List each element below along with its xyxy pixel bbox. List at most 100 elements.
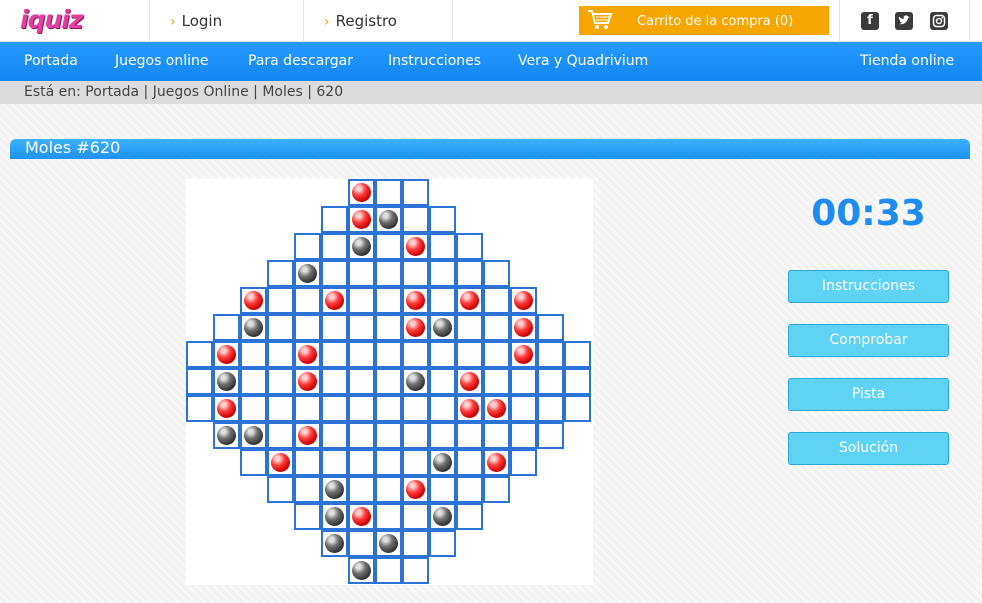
board-cell[interactable]	[348, 503, 375, 530]
board-cell[interactable]	[348, 557, 375, 584]
board-cell[interactable]	[267, 368, 294, 395]
board-cell[interactable]	[429, 260, 456, 287]
board-cell[interactable]	[321, 449, 348, 476]
board-cell[interactable]	[240, 449, 267, 476]
board-cell[interactable]	[321, 287, 348, 314]
hint-button[interactable]: Pista	[788, 378, 949, 411]
board-cell[interactable]	[375, 368, 402, 395]
nav-tienda-online[interactable]: Tienda online	[860, 42, 954, 81]
board-cell[interactable]	[510, 395, 537, 422]
board-cell[interactable]	[267, 395, 294, 422]
board-cell[interactable]	[375, 422, 402, 449]
board-cell[interactable]	[510, 368, 537, 395]
board-cell[interactable]	[483, 368, 510, 395]
board-cell[interactable]	[375, 179, 402, 206]
board-cell[interactable]	[483, 314, 510, 341]
board-cell[interactable]	[456, 449, 483, 476]
board-cell[interactable]	[267, 287, 294, 314]
board-cell[interactable]	[375, 233, 402, 260]
board-cell[interactable]	[375, 287, 402, 314]
board-cell[interactable]	[483, 341, 510, 368]
board-cell[interactable]	[375, 395, 402, 422]
board-cell[interactable]	[456, 503, 483, 530]
board-cell[interactable]	[456, 368, 483, 395]
board-cell[interactable]	[240, 395, 267, 422]
board-cell[interactable]	[429, 530, 456, 557]
board-cell[interactable]	[267, 422, 294, 449]
board-cell[interactable]	[510, 449, 537, 476]
board-cell[interactable]	[456, 395, 483, 422]
board-cell[interactable]	[402, 341, 429, 368]
board-cell[interactable]	[348, 422, 375, 449]
board-cell[interactable]	[294, 341, 321, 368]
board-cell[interactable]	[429, 503, 456, 530]
board-cell[interactable]	[402, 314, 429, 341]
board-cell[interactable]	[186, 395, 213, 422]
board-cell[interactable]	[240, 287, 267, 314]
board-cell[interactable]	[537, 395, 564, 422]
board-cell[interactable]	[321, 206, 348, 233]
board-cell[interactable]	[429, 233, 456, 260]
board-cell[interactable]	[429, 206, 456, 233]
board-cell[interactable]	[564, 395, 591, 422]
board-cell[interactable]	[456, 260, 483, 287]
board-cell[interactable]	[402, 179, 429, 206]
board-cell[interactable]	[294, 260, 321, 287]
board-cell[interactable]	[375, 476, 402, 503]
board-cell[interactable]	[348, 395, 375, 422]
board-cell[interactable]	[402, 422, 429, 449]
board-cell[interactable]	[213, 422, 240, 449]
board-cell[interactable]	[240, 314, 267, 341]
board-cell[interactable]	[267, 449, 294, 476]
board-cell[interactable]	[537, 341, 564, 368]
board-cell[interactable]	[348, 449, 375, 476]
board-cell[interactable]	[240, 341, 267, 368]
facebook-icon[interactable]: f	[861, 12, 879, 30]
login-link[interactable]: › Login	[150, 0, 304, 42]
board-cell[interactable]	[267, 314, 294, 341]
board-cell[interactable]	[456, 476, 483, 503]
board-cell[interactable]	[294, 503, 321, 530]
board-cell[interactable]	[348, 476, 375, 503]
board-cell[interactable]	[402, 557, 429, 584]
board-cell[interactable]	[267, 260, 294, 287]
board-cell[interactable]	[348, 368, 375, 395]
board-cell[interactable]	[348, 206, 375, 233]
board-cell[interactable]	[294, 476, 321, 503]
board-cell[interactable]	[456, 314, 483, 341]
board-cell[interactable]	[429, 476, 456, 503]
board-cell[interactable]	[348, 314, 375, 341]
board-cell[interactable]	[429, 449, 456, 476]
nav-juegos-online[interactable]: Juegos online	[115, 42, 209, 81]
instagram-icon[interactable]	[930, 12, 948, 30]
board-cell[interactable]	[348, 287, 375, 314]
register-link[interactable]: › Registro	[304, 0, 453, 42]
board-cell[interactable]	[213, 368, 240, 395]
board-cell[interactable]	[321, 422, 348, 449]
board-cell[interactable]	[240, 422, 267, 449]
board-cell[interactable]	[213, 341, 240, 368]
board-cell[interactable]	[375, 206, 402, 233]
board-cell[interactable]	[564, 341, 591, 368]
board-cell[interactable]	[483, 260, 510, 287]
board-cell[interactable]	[348, 233, 375, 260]
board-cell[interactable]	[456, 287, 483, 314]
nav-para-descargar[interactable]: Para descargar	[248, 42, 353, 81]
board-cell[interactable]	[537, 422, 564, 449]
twitter-icon[interactable]	[895, 12, 913, 30]
board-cell[interactable]	[483, 449, 510, 476]
board-cell[interactable]	[402, 476, 429, 503]
board-cell[interactable]	[375, 503, 402, 530]
board-cell[interactable]	[402, 287, 429, 314]
board-cell[interactable]	[348, 179, 375, 206]
board-cell[interactable]	[483, 422, 510, 449]
solution-button[interactable]: Solución	[788, 432, 949, 465]
board-cell[interactable]	[429, 395, 456, 422]
board-cell[interactable]	[294, 449, 321, 476]
board-cell[interactable]	[186, 341, 213, 368]
board-cell[interactable]	[348, 341, 375, 368]
board-cell[interactable]	[510, 287, 537, 314]
board-cell[interactable]	[483, 395, 510, 422]
board-cell[interactable]	[537, 314, 564, 341]
board-cell[interactable]	[375, 260, 402, 287]
